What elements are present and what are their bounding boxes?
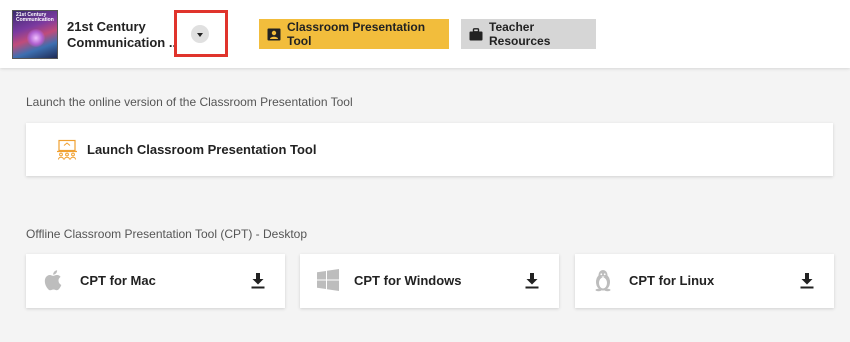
book-title: 21st Century Communication ... — [67, 19, 177, 51]
linux-icon — [595, 270, 611, 292]
cpt-windows-card[interactable]: CPT for Windows — [300, 254, 559, 308]
windows-icon — [317, 269, 339, 291]
cpt-linux-card[interactable]: CPT for Linux — [575, 254, 834, 308]
download-icon[interactable] — [800, 272, 814, 289]
book-title-line2: Communication ... — [67, 35, 177, 50]
teacher-resources-button[interactable]: Teacher Resources — [461, 19, 596, 49]
briefcase-icon — [469, 27, 483, 40]
book-title-line1: 21st Century — [67, 19, 146, 34]
top-header: 21st Century Communication 21st Century … — [0, 0, 850, 68]
book-cover-text: 21st Century Communication — [16, 12, 54, 23]
cpt-linux-label: CPT for Linux — [629, 273, 715, 288]
book-cover-thumbnail[interactable]: 21st Century Communication — [12, 10, 58, 59]
launch-cpt-label: Launch Classroom Presentation Tool — [87, 142, 317, 157]
download-icon[interactable] — [251, 272, 265, 289]
launch-presentation-icon — [57, 139, 77, 160]
apple-icon — [44, 270, 62, 291]
cpt-mac-label: CPT for Mac — [80, 273, 156, 288]
online-section-label: Launch the online version of the Classro… — [26, 95, 353, 109]
launch-cpt-card[interactable]: Launch Classroom Presentation Tool — [26, 123, 833, 176]
classroom-presentation-tool-label: Classroom Presentation Tool — [287, 20, 426, 48]
book-cover-art — [27, 29, 45, 47]
cpt-mac-card[interactable]: CPT for Mac — [26, 254, 285, 308]
download-icon[interactable] — [525, 272, 539, 289]
cpt-windows-label: CPT for Windows — [354, 273, 462, 288]
classroom-presentation-tool-button[interactable]: Classroom Presentation Tool — [259, 19, 449, 49]
teacher-resources-label: Teacher Resources — [489, 20, 551, 48]
offline-section-label: Offline Classroom Presentation Tool (CPT… — [26, 227, 307, 241]
chevron-down-icon — [197, 32, 203, 37]
book-dropdown-button[interactable] — [191, 25, 209, 43]
presentation-icon — [267, 28, 281, 40]
